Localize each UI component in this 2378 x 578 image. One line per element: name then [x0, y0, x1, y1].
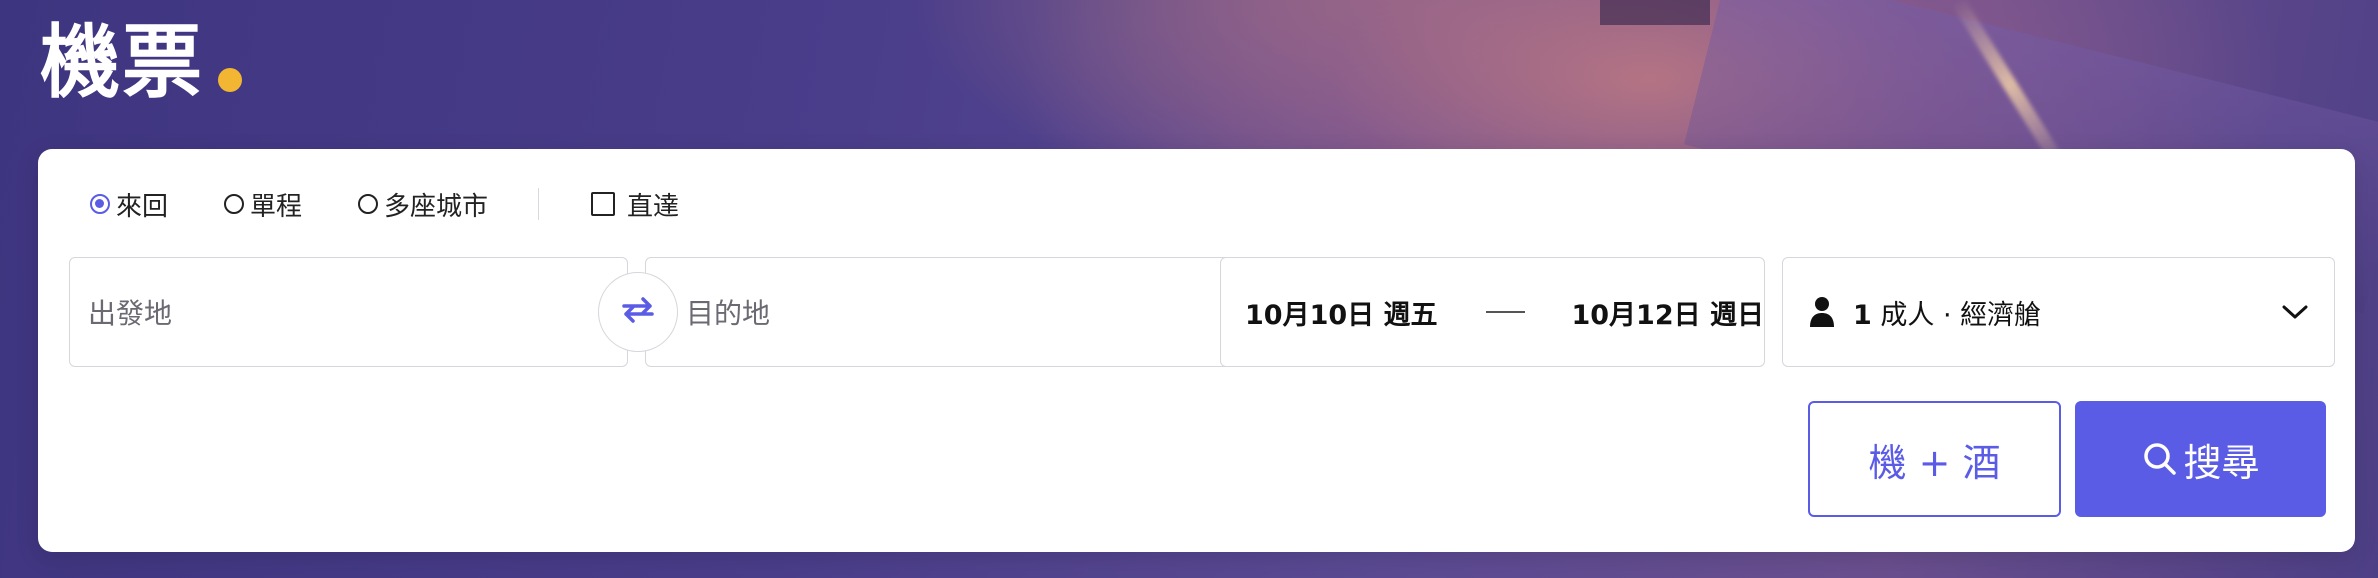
passenger-count: 1 [1853, 299, 1872, 331]
date-separator [1485, 311, 1526, 313]
radio-checked-icon[interactable] [90, 194, 110, 214]
passenger-cabin-selector[interactable]: 1 成人 · 經濟艙 [1782, 257, 2335, 367]
hero-banner: 機票 來回 單程 多座城市 直達 出發地 目的地 10月10日 週五 10月12… [0, 0, 2378, 578]
trip-type-label: 來回 [116, 191, 169, 222]
swap-arrows-icon [618, 293, 658, 331]
search-icon [2141, 440, 2179, 478]
origin-field[interactable]: 出發地 [69, 257, 628, 367]
trip-type-oneway[interactable]: 單程 [224, 186, 302, 223]
date-range-field[interactable]: 10月10日 週五 10月12日 週日 [1220, 257, 1765, 367]
trip-type-label: 單程 [250, 191, 303, 222]
title-dot-icon [218, 68, 242, 92]
trip-type-row: 來回 單程 多座城市 直達 [90, 188, 679, 222]
background-wing-edge [1600, 0, 1710, 25]
trip-type-multicity[interactable]: 多座城市 [358, 186, 488, 223]
return-date[interactable]: 10月12日 週日 [1571, 293, 1764, 332]
flight-hotel-button[interactable]: 機 + 酒 [1808, 401, 2061, 517]
origin-placeholder: 出發地 [88, 297, 173, 330]
depart-date[interactable]: 10月10日 週五 [1245, 293, 1438, 332]
checkbox-icon[interactable] [591, 192, 616, 216]
chevron-down-icon[interactable] [2282, 304, 2308, 320]
person-icon [1809, 296, 1835, 328]
trip-type-label: 多座城市 [384, 191, 489, 222]
trip-row-divider [538, 188, 540, 220]
direct-only-toggle[interactable]: 直達 [591, 186, 679, 223]
passenger-cabin-text: 成人 · 經濟艙 [1880, 299, 2042, 331]
search-button[interactable]: 搜尋 [2075, 401, 2326, 517]
radio-unchecked-icon[interactable] [358, 194, 379, 214]
direct-only-label: 直達 [627, 191, 680, 222]
passenger-summary: 1 成人 · 經濟艙 [1853, 293, 2041, 332]
radio-unchecked-icon[interactable] [224, 194, 245, 214]
flight-search-card: 來回 單程 多座城市 直達 出發地 目的地 10月10日 週五 10月12日 週… [38, 149, 2355, 552]
swap-button[interactable] [598, 272, 678, 352]
trip-type-round[interactable]: 來回 [90, 186, 168, 223]
destination-field[interactable]: 目的地 [645, 257, 1242, 367]
page-title: 機票 [40, 16, 204, 109]
search-button-label: 搜尋 [2183, 440, 2260, 485]
